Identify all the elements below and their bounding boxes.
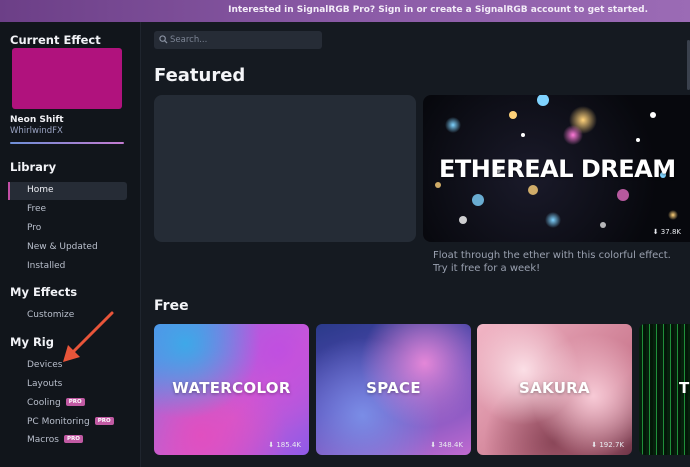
tile-title: SPACE — [366, 379, 421, 397]
sidebar: Current Effect Neon Shift WhirlwindFX Li… — [0, 22, 141, 467]
sidebar-item-pro[interactable]: Pro — [27, 223, 41, 233]
sidebar-item-pc-monitoring[interactable]: PC Monitoring PRO — [27, 417, 114, 427]
sidebar-item-home[interactable]: Home — [27, 185, 54, 195]
sidebar-item-devices[interactable]: Devices — [27, 360, 62, 370]
pro-badge: PRO — [94, 417, 114, 425]
current-effect-preview[interactable] — [12, 48, 122, 109]
main-content: Featured ET — [141, 22, 690, 467]
tile-title: TH — [679, 379, 690, 397]
tile-matrix[interactable]: TH — [639, 324, 690, 455]
free-heading: Free — [154, 298, 189, 314]
featured-download-count: ⬇ 37.8K — [652, 228, 681, 236]
sidebar-item-cooling[interactable]: Cooling PRO — [27, 398, 85, 408]
featured-description: Float through the ether with this colorf… — [433, 250, 671, 274]
sidebar-item-customize[interactable]: Customize — [27, 310, 74, 320]
current-effect-name: Neon Shift — [10, 115, 64, 125]
search-icon — [159, 35, 168, 44]
sidebar-item-layouts[interactable]: Layouts — [27, 379, 62, 389]
download-count: ⬇ 185.4K — [268, 441, 301, 449]
library-heading: Library — [10, 160, 57, 174]
featured-card-placeholder[interactable] — [154, 95, 416, 242]
sidebar-item-free[interactable]: Free — [27, 204, 46, 214]
my-effects-heading: My Effects — [10, 285, 78, 299]
nav-active-highlight — [8, 182, 127, 200]
sidebar-item-label: Cooling — [27, 398, 61, 408]
banner-text[interactable]: Interested in SignalRGB Pro? Sign in or … — [228, 5, 648, 15]
current-effect-author[interactable]: WhirlwindFX — [10, 126, 63, 136]
search-bar[interactable] — [154, 31, 322, 49]
tile-title: SAKURA — [519, 379, 590, 397]
featured-card-title: ETHEREAL DREAM — [439, 155, 676, 183]
sidebar-item-new-updated[interactable]: New & Updated — [27, 242, 98, 252]
tile-space[interactable]: SPACE ⬇ 348.4K — [316, 324, 471, 455]
search-input[interactable] — [170, 31, 318, 49]
pro-badge: PRO — [65, 398, 85, 406]
tile-watercolor[interactable]: WATERCOLOR ⬇ 185.4K — [154, 324, 309, 455]
signin-banner[interactable]: Interested in SignalRGB Pro? Sign in or … — [0, 0, 690, 22]
download-count: ⬇ 192.7K — [591, 441, 624, 449]
tile-sakura[interactable]: SAKURA ⬇ 192.7K — [477, 324, 632, 455]
sidebar-item-installed[interactable]: Installed — [27, 261, 65, 271]
tile-title: WATERCOLOR — [172, 379, 291, 397]
featured-card-ethereal-dream[interactable]: ETHEREAL DREAM ⬇ 37.8K — [423, 95, 690, 242]
my-rig-heading: My Rig — [10, 335, 54, 349]
effect-underline — [10, 142, 124, 144]
pro-badge: PRO — [63, 435, 83, 443]
current-effect-heading: Current Effect — [10, 33, 101, 47]
sidebar-item-label: Macros — [27, 435, 59, 445]
featured-heading: Featured — [154, 65, 246, 86]
nav-active-indicator — [8, 182, 10, 200]
download-count: ⬇ 348.4K — [430, 441, 463, 449]
sidebar-item-macros[interactable]: Macros PRO — [27, 435, 83, 445]
sidebar-item-label: PC Monitoring — [27, 417, 90, 427]
